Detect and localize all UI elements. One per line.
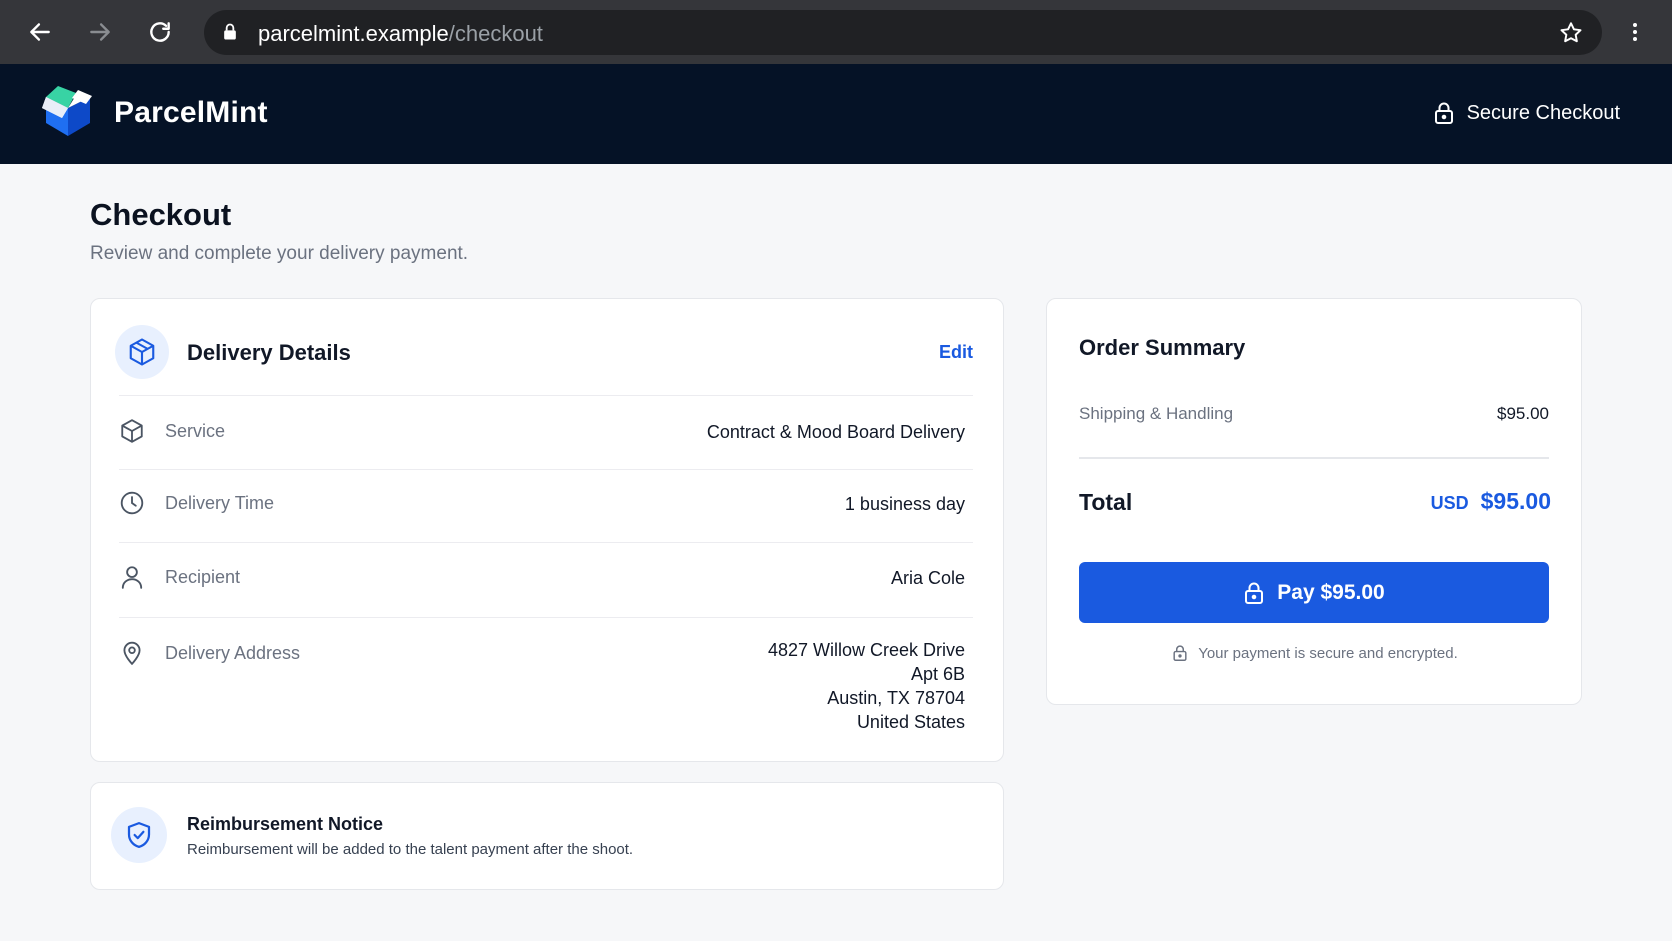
clock-icon [120, 491, 144, 515]
url-path: /checkout [448, 21, 543, 46]
delivery-time-label: Delivery Time [165, 493, 275, 513]
logo-icon[interactable] [42, 84, 94, 142]
notice-text: Reimbursement will be added to the talen… [187, 841, 634, 858]
detail-row-delivery-address: Delivery Address 4827 Willow Creek Drive… [119, 618, 973, 748]
delivery-details-card: Delivery Details Edit Service Contract &… [90, 298, 1004, 762]
box-icon [121, 419, 143, 443]
address-line-3: Austin, TX 78704 [827, 688, 965, 708]
delivery-address-value: 4827 Willow Creek Drive Apt 6B Austin, T… [768, 638, 965, 734]
recipient-value: Aria Cole [890, 568, 965, 588]
edit-link[interactable]: Edit [939, 342, 973, 363]
back-icon[interactable] [22, 14, 58, 50]
url-host: parcelmint.example [258, 21, 449, 46]
browser-toolbar: parcelmint.example/checkout [0, 0, 1672, 64]
total-value: $95.00 [1480, 488, 1551, 514]
service-value: Contract & Mood Board Delivery [706, 422, 965, 442]
detail-row-service: Service Contract & Mood Board Delivery [119, 405, 973, 469]
brand-name[interactable]: ParcelMint [114, 96, 268, 130]
divider [1079, 457, 1549, 459]
service-label: Service [165, 421, 226, 441]
address-line-4: United States [856, 712, 965, 732]
secure-checkout-text: Secure Checkout [1466, 101, 1620, 124]
site-header: ParcelMint Secure Checkout [0, 64, 1672, 164]
shipping-value: $95.00 [1497, 404, 1549, 423]
order-summary-card: Order Summary Shipping & Handling $95.00… [1046, 298, 1582, 705]
forward-icon[interactable] [82, 14, 118, 50]
reload-icon[interactable] [142, 14, 178, 50]
delivery-details-title: Delivery Details [187, 340, 351, 365]
page-title: Checkout [90, 197, 232, 232]
delivery-address-label: Delivery Address [165, 643, 301, 663]
divider [119, 395, 973, 396]
shield-check-icon [111, 807, 167, 863]
recipient-label: Recipient [165, 567, 241, 587]
shipping-label: Shipping & Handling [1079, 404, 1234, 423]
lock-icon [1173, 645, 1187, 661]
person-icon [121, 566, 143, 589]
notice-title: Reimbursement Notice [187, 814, 384, 834]
pay-button[interactable]: Pay $95.00 [1079, 562, 1549, 623]
total-amount: USD $95.00 [1431, 488, 1551, 515]
lock-icon [1245, 582, 1264, 604]
address-line-1: 4827 Willow Creek Drive [767, 640, 965, 660]
lock-icon [224, 23, 236, 40]
star-icon[interactable] [1558, 20, 1584, 46]
secure-note: Your payment is secure and encrypted. [1047, 644, 1583, 662]
pay-button-label: Pay $95.00 [1277, 580, 1385, 604]
page-subtitle: Review and complete your delivery paymen… [90, 243, 469, 264]
secure-checkout-label: Secure Checkout [1433, 101, 1620, 125]
order-summary-title: Order Summary [1079, 335, 1246, 360]
address-line-2: Apt 6B [910, 664, 965, 684]
total-currency: USD [1430, 493, 1469, 513]
reimbursement-notice: Reimbursement Notice Reimbursement will … [90, 782, 1004, 890]
location-pin-icon [123, 641, 141, 666]
delivery-time-value: 1 business day [844, 494, 965, 514]
url-text: parcelmint.example/checkout [258, 21, 543, 47]
total-label: Total [1079, 489, 1133, 515]
address-bar[interactable]: parcelmint.example/checkout [204, 10, 1602, 55]
secure-note-text: Your payment is secure and encrypted. [1198, 644, 1458, 662]
package-icon [115, 325, 169, 379]
detail-row-delivery-time: Delivery Time 1 business day [119, 470, 973, 542]
lock-icon [1434, 102, 1453, 124]
detail-row-recipient: Recipient Aria Cole [119, 543, 973, 615]
more-vert-icon[interactable] [1620, 14, 1650, 50]
